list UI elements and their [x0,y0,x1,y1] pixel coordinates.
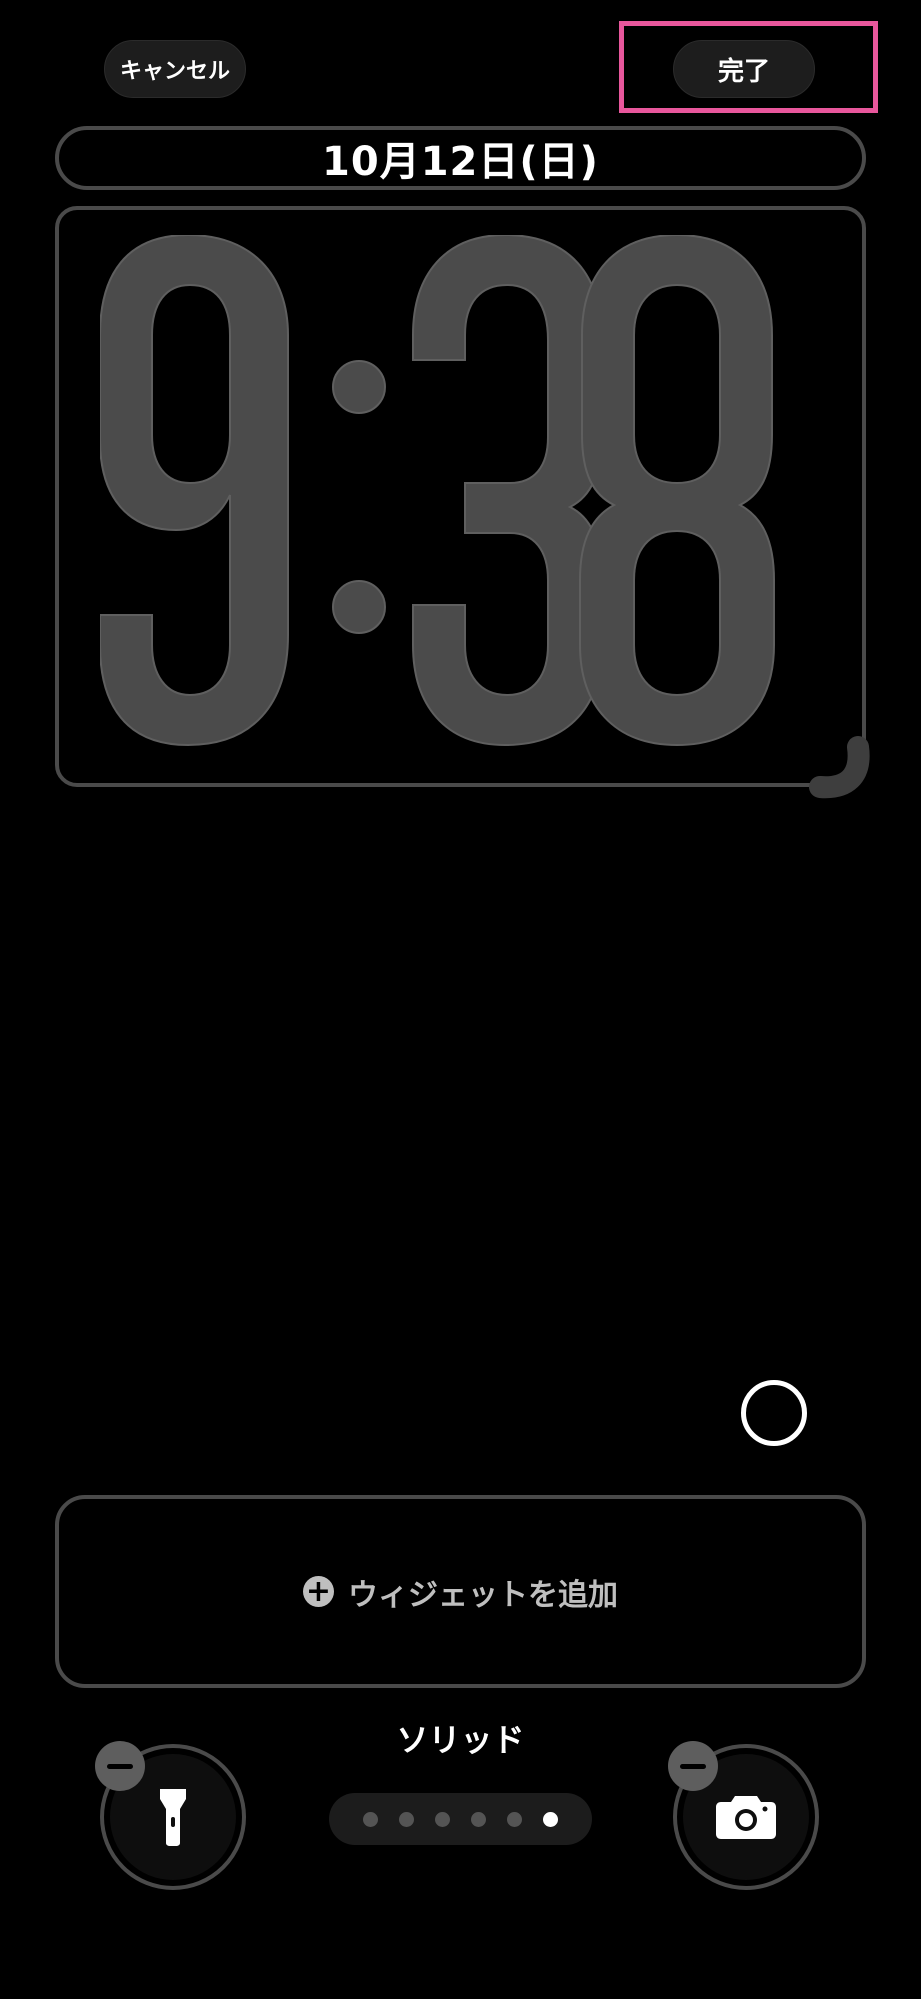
minus-icon [107,1763,133,1769]
clock-digit-9 [100,235,289,747]
date-text: 10月12日(日) [322,139,599,185]
circle-icon [741,1380,807,1446]
flashlight-icon [160,1789,186,1846]
done-button[interactable]: 完了 [673,40,815,98]
plus-circle-icon: + [303,1576,334,1607]
cancel-button[interactable]: キャンセル [104,40,246,98]
page-dot[interactable] [399,1811,414,1827]
remove-flashlight-button[interactable] [95,1741,145,1791]
clock-digit-3 [412,235,603,747]
page-dot[interactable] [363,1811,378,1827]
clock-colon-top [332,360,386,414]
add-widget-button[interactable]: + ウィジェットを追加 [303,1570,618,1614]
clock-colon-bottom [332,580,386,634]
page-dot[interactable] [543,1811,558,1827]
date-widget-frame[interactable]: 10月12日(日) [55,126,866,190]
remove-camera-button[interactable] [668,1741,718,1791]
minus-icon [680,1763,706,1769]
clock-digit-8 [579,235,775,747]
page-dot[interactable] [471,1811,486,1827]
camera-icon [716,1796,776,1839]
add-widget-label: ウィジェットを追加 [348,1577,618,1613]
clock-display [100,235,775,747]
page-indicator[interactable] [329,1793,592,1845]
page-dot[interactable] [507,1811,522,1827]
page-dot[interactable] [435,1811,450,1827]
widget-area[interactable]: + ウィジェットを追加 [55,1495,866,1688]
resize-handle[interactable] [808,733,874,799]
